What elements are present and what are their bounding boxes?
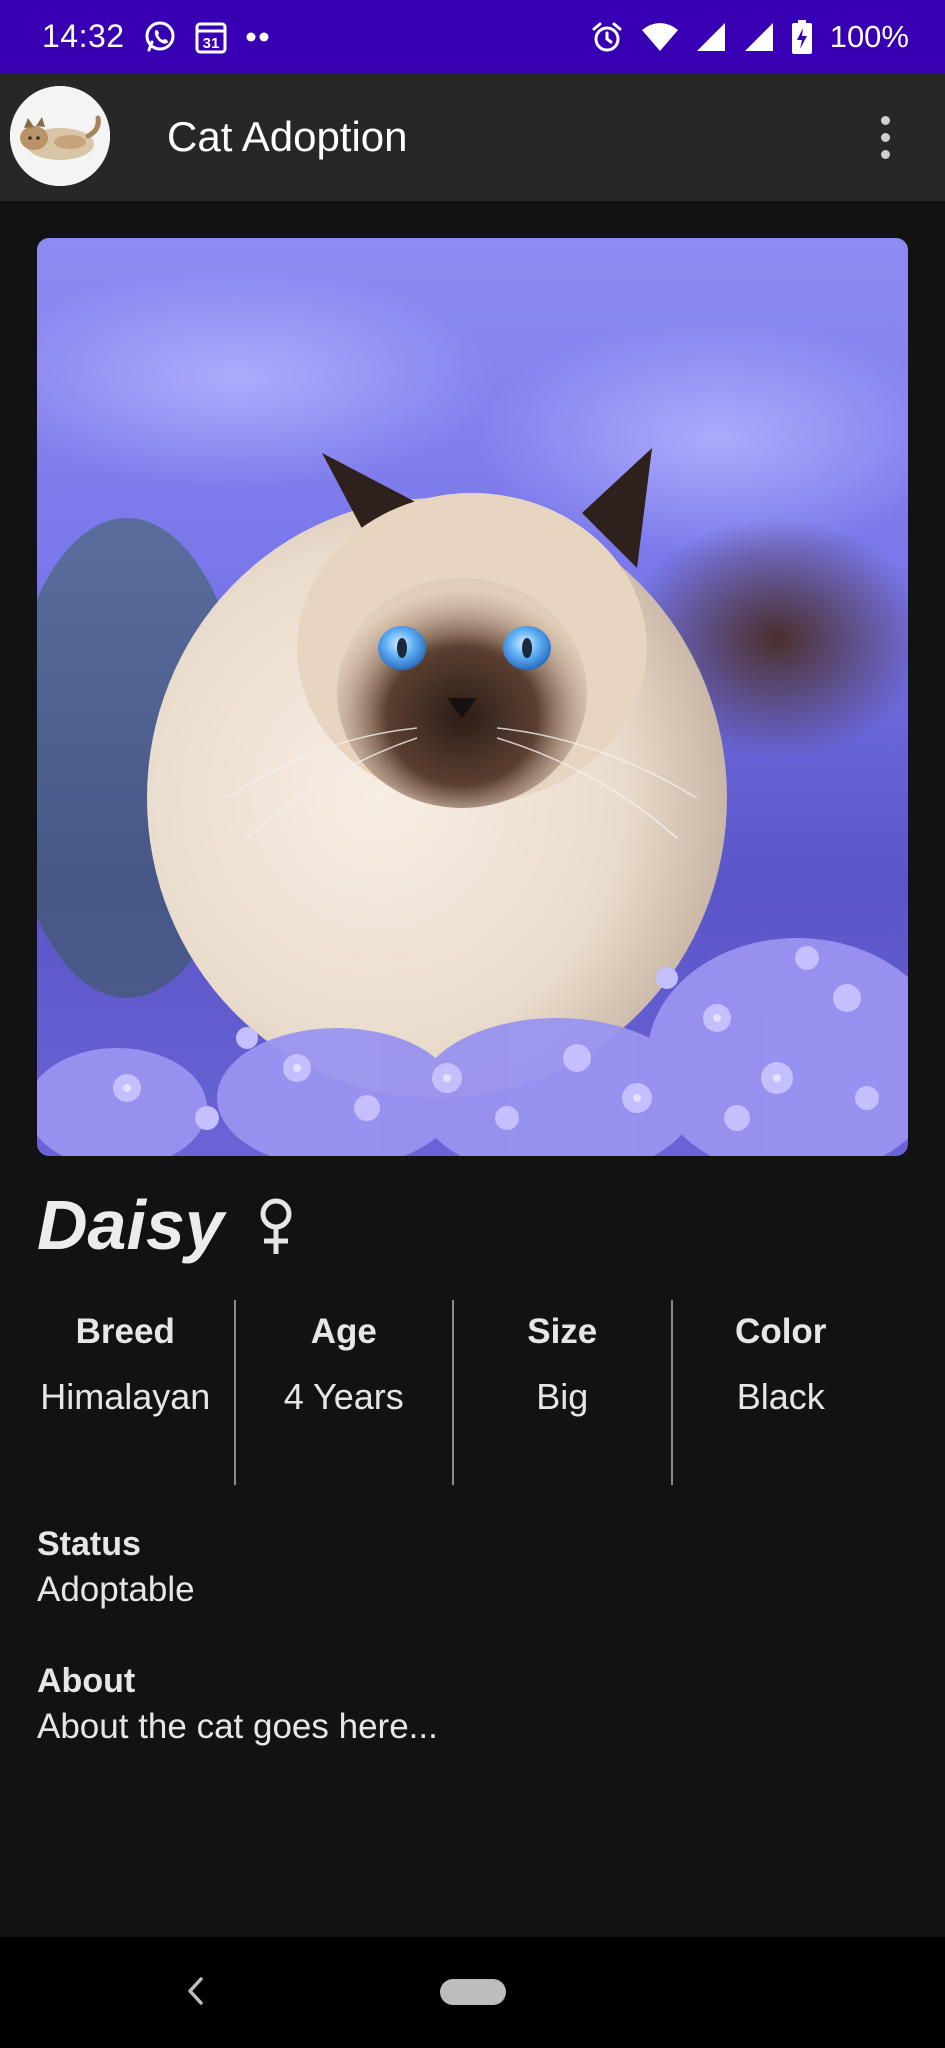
battery-percentage: 100% xyxy=(829,18,909,54)
whatsapp-icon xyxy=(143,20,177,54)
cat-photo-image xyxy=(37,238,908,1156)
wifi-icon xyxy=(641,22,678,52)
menu-dot xyxy=(880,132,890,142)
app-bar: Cat Adoption xyxy=(0,73,945,201)
attribute-color: Color Black xyxy=(673,1300,890,1485)
cat-name-row: Daisy xyxy=(37,1180,296,1270)
about-label: About xyxy=(37,1662,136,1700)
attribute-breed: Breed Himalayan xyxy=(17,1300,234,1485)
menu-dot xyxy=(880,115,890,125)
app-title: Cat Adoption xyxy=(167,113,408,160)
avatar[interactable] xyxy=(10,86,110,186)
home-pill-icon[interactable] xyxy=(440,1979,506,2005)
status-value: Adoptable xyxy=(37,1570,195,1609)
menu-dot xyxy=(880,149,890,159)
back-icon[interactable] xyxy=(170,1961,220,2021)
calendar-icon: 31 xyxy=(195,20,227,54)
attribute-label: Size xyxy=(527,1312,598,1351)
about-section: About About the cat goes here... xyxy=(37,1662,438,1747)
about-value: About the cat goes here... xyxy=(37,1707,438,1746)
signal-icon xyxy=(744,22,774,52)
cat-photo xyxy=(37,238,908,1156)
attribute-value: 4 Years xyxy=(283,1376,404,1417)
attribute-value: Big xyxy=(536,1376,589,1417)
more-notifications-icon xyxy=(245,31,271,43)
status-bar-left: 14:32 31 xyxy=(42,18,271,55)
attribute-value: Himalayan xyxy=(40,1376,211,1417)
cat-avatar-image xyxy=(10,86,110,186)
attribute-value: Black xyxy=(736,1376,825,1417)
more-vert-icon[interactable] xyxy=(865,107,905,167)
signal-icon xyxy=(696,22,726,52)
cat-attributes: Breed Himalayan Age 4 Years Size Big Col… xyxy=(17,1300,889,1485)
battery-charging-icon xyxy=(791,19,812,54)
female-icon xyxy=(256,1198,296,1256)
attribute-label: Age xyxy=(310,1312,377,1351)
attribute-label: Breed xyxy=(75,1312,175,1351)
status-section: Status Adoptable xyxy=(37,1525,195,1610)
alarm-icon xyxy=(590,20,624,54)
status-label: Status xyxy=(37,1525,141,1563)
navigation-bar xyxy=(0,1937,945,2048)
status-time: 14:32 xyxy=(42,18,125,54)
status-bar: 14:32 31 100% xyxy=(0,0,945,73)
attribute-size: Size Big xyxy=(454,1300,671,1485)
cat-name: Daisy xyxy=(37,1186,224,1264)
attribute-age: Age 4 Years xyxy=(236,1300,453,1485)
attribute-label: Color xyxy=(735,1312,827,1351)
calendar-day: 31 xyxy=(202,35,219,52)
status-bar-right: 100% xyxy=(590,19,909,55)
